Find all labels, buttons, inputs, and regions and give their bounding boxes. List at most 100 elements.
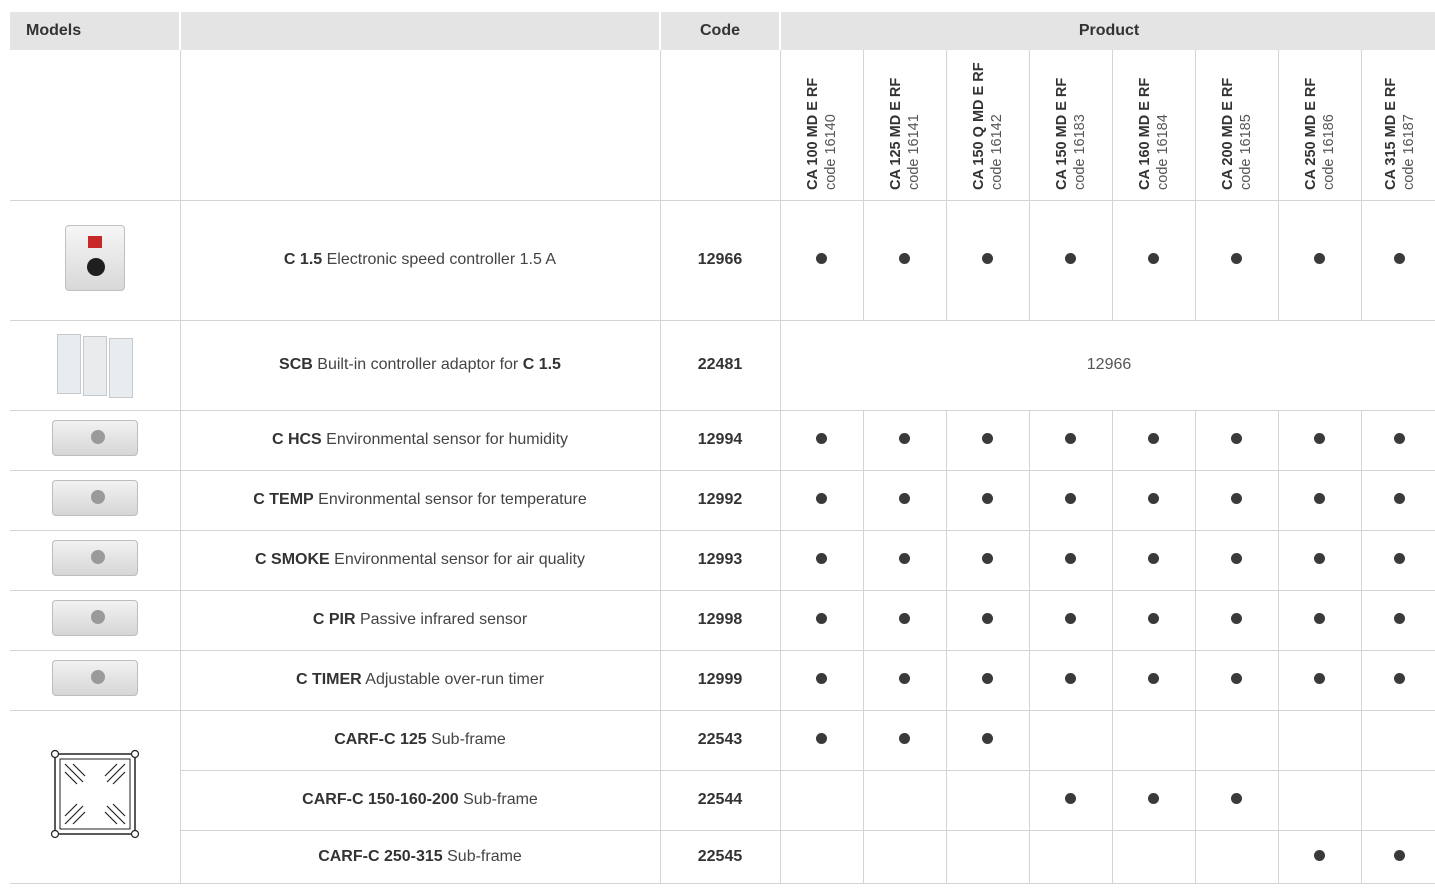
product-code: code 16142 bbox=[988, 113, 1005, 190]
compatible-dot-icon bbox=[899, 613, 910, 624]
accessory-row: C TEMP Environmental sensor for temperat… bbox=[10, 470, 1435, 531]
product-header: Product bbox=[780, 12, 1435, 50]
compat-cell bbox=[1112, 830, 1196, 884]
accessory-row: C PIR Passive infrared sensor 12998 bbox=[10, 590, 1435, 651]
compat-cell bbox=[780, 650, 864, 711]
compatible-dot-icon bbox=[816, 673, 827, 684]
product-col-1: CA 100 MD E RF code 16140 bbox=[780, 50, 864, 201]
product-code: code 16187 bbox=[1400, 113, 1417, 190]
compat-cell bbox=[1029, 590, 1113, 651]
compat-cell bbox=[1112, 590, 1196, 651]
compatible-dot-icon bbox=[1148, 253, 1159, 264]
description-header bbox=[180, 12, 661, 50]
model-description: C HCS Environmental sensor for humidity bbox=[180, 410, 661, 471]
compat-cell bbox=[1278, 710, 1362, 771]
compatible-dot-icon bbox=[899, 433, 910, 444]
product-col-5: CA 160 MD E RF code 16184 bbox=[1112, 50, 1196, 201]
model-desc: Environmental sensor for air quality bbox=[329, 551, 585, 568]
compatible-dot-icon bbox=[1231, 493, 1242, 504]
compatible-dot-icon bbox=[1314, 253, 1325, 264]
product-model: CA 125 MD E RF bbox=[887, 77, 904, 190]
compat-cell bbox=[1195, 410, 1279, 471]
compatible-dot-icon bbox=[1065, 673, 1076, 684]
compat-cell bbox=[1112, 650, 1196, 711]
compatible-dot-icon bbox=[1065, 433, 1076, 444]
model-desc: Sub-frame bbox=[458, 791, 538, 808]
product-col-6: CA 200 MD E RF code 16185 bbox=[1195, 50, 1279, 201]
product-code: code 16141 bbox=[905, 113, 922, 190]
product-col-7: CA 250 MD E RF code 16186 bbox=[1278, 50, 1362, 201]
compatible-dot-icon bbox=[982, 613, 993, 624]
sensor-image bbox=[51, 599, 138, 636]
compat-cell bbox=[1361, 200, 1435, 321]
subframe-image-cell bbox=[10, 710, 181, 884]
compat-cell bbox=[946, 530, 1030, 591]
compatible-dot-icon bbox=[816, 733, 827, 744]
sensor-image bbox=[51, 659, 138, 696]
model-code: 22545 bbox=[660, 830, 781, 884]
model-name: C TEMP bbox=[253, 491, 314, 508]
model-code: 12998 bbox=[660, 590, 781, 651]
compatible-dot-icon bbox=[1314, 433, 1325, 444]
model-name: C PIR bbox=[312, 611, 356, 628]
compat-cell bbox=[1029, 770, 1113, 831]
compat-cell bbox=[863, 650, 947, 711]
compat-cell bbox=[1278, 770, 1362, 831]
compatible-dot-icon bbox=[982, 733, 993, 744]
compat-cell bbox=[780, 410, 864, 471]
model-image-cell bbox=[10, 590, 181, 651]
accessory-row: C SMOKE Environmental sensor for air qua… bbox=[10, 530, 1435, 591]
product-code: code 16186 bbox=[1320, 113, 1337, 190]
compatible-dot-icon bbox=[982, 253, 993, 264]
compatible-dot-icon bbox=[1314, 493, 1325, 504]
compatible-dot-icon bbox=[1394, 433, 1406, 444]
compat-cell bbox=[1278, 650, 1362, 711]
model-desc: Electronic speed controller 1.5 A bbox=[322, 251, 557, 268]
product-model: CA 100 MD E RF bbox=[804, 77, 821, 190]
model-description: CARF-C 125 Sub-frame bbox=[180, 710, 661, 771]
compat-cell bbox=[1195, 770, 1279, 831]
model-code: 12966 bbox=[660, 200, 781, 321]
compat-cell bbox=[1195, 200, 1279, 321]
compat-cell bbox=[1361, 650, 1435, 711]
compat-cell bbox=[1029, 200, 1113, 321]
compatible-dot-icon bbox=[1394, 253, 1406, 264]
compatible-dot-icon bbox=[1148, 613, 1159, 624]
empty-cell bbox=[10, 50, 181, 201]
compat-cell bbox=[946, 770, 1030, 831]
compat-cell bbox=[1195, 530, 1279, 591]
product-code: code 16183 bbox=[1071, 113, 1088, 190]
code-header: Code bbox=[660, 12, 781, 50]
compatible-dot-icon bbox=[1314, 613, 1325, 624]
model-image-cell bbox=[10, 650, 181, 711]
compat-cell bbox=[1361, 830, 1435, 884]
compat-cell bbox=[1029, 410, 1113, 471]
compatible-dot-icon bbox=[1394, 673, 1406, 684]
accessory-row: CARF-C 150-160-200 Sub-frame 22544 bbox=[10, 770, 1435, 831]
compatible-dot-icon bbox=[899, 673, 910, 684]
product-col-2: CA 125 MD E RF code 16141 bbox=[863, 50, 947, 201]
compatible-dot-icon bbox=[982, 433, 993, 444]
compatible-dot-icon bbox=[1314, 673, 1325, 684]
product-model: CA 160 MD E RF bbox=[1136, 77, 1153, 190]
model-image-cell bbox=[10, 200, 181, 321]
empty-cell bbox=[180, 50, 661, 201]
compat-cell bbox=[1278, 590, 1362, 651]
compat-cell bbox=[1112, 770, 1196, 831]
compat-cell bbox=[863, 530, 947, 591]
adaptor-image bbox=[53, 328, 137, 398]
compat-cell bbox=[1361, 770, 1435, 831]
model-description: C 1.5 Electronic speed controller 1.5 A bbox=[180, 200, 661, 321]
compatible-dot-icon bbox=[816, 613, 827, 624]
model-name-ref: C 1.5 bbox=[522, 356, 561, 373]
product-model: CA 315 MD E RF bbox=[1382, 77, 1399, 190]
compatible-dot-icon bbox=[1394, 849, 1406, 861]
compat-cell bbox=[946, 470, 1030, 531]
compatible-dot-icon bbox=[1231, 793, 1242, 804]
compat-cell bbox=[780, 470, 864, 531]
compat-cell bbox=[1278, 830, 1362, 884]
product-col-3: CA 150 Q MD E RF code 16142 bbox=[946, 50, 1030, 201]
product-model: CA 150 Q MD E RF bbox=[970, 62, 987, 190]
compat-cell bbox=[1112, 710, 1196, 771]
compatible-dot-icon bbox=[899, 253, 910, 264]
